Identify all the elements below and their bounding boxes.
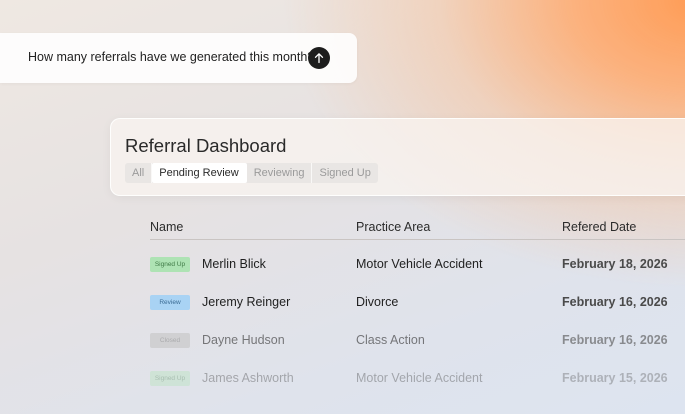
send-button[interactable]: [308, 47, 330, 69]
practice-area: Motor Vehicle Accident: [356, 371, 483, 385]
tab-all[interactable]: All: [125, 163, 153, 183]
referred-date: February 18, 2026: [562, 257, 668, 271]
chat-prompt-bar[interactable]: How many referrals have we generated thi…: [0, 33, 357, 83]
referred-date: February 15, 2026: [562, 371, 668, 385]
practice-area: Motor Vehicle Accident: [356, 257, 483, 271]
tab-pending-review[interactable]: Pending Review: [152, 163, 247, 183]
table-row[interactable]: Review Jeremy Reinger Divorce February 1…: [0, 291, 685, 315]
tab-signed-up[interactable]: Signed Up: [312, 163, 377, 183]
dashboard-panel: Referral Dashboard All Pending Review Re…: [110, 118, 685, 196]
status-badge: Closed: [150, 333, 190, 348]
column-header-name[interactable]: Name: [150, 220, 183, 234]
referred-date: February 16, 2026: [562, 333, 668, 347]
column-header-date[interactable]: Refered Date: [562, 220, 636, 234]
table-row[interactable]: Signed Up Merlin Blick Motor Vehicle Acc…: [0, 253, 685, 277]
practice-area: Class Action: [356, 333, 425, 347]
status-badge: Signed Up: [150, 371, 190, 386]
referral-name: Merlin Blick: [202, 257, 266, 271]
prompt-text[interactable]: How many referrals have we generated thi…: [28, 50, 314, 64]
table-row[interactable]: Closed Dayne Hudson Class Action Februar…: [0, 329, 685, 353]
tab-reviewing[interactable]: Reviewing: [247, 163, 313, 183]
column-header-practice-area[interactable]: Practice Area: [356, 220, 430, 234]
referral-name: Jeremy Reinger: [202, 295, 291, 309]
referral-name: James Ashworth: [202, 371, 294, 385]
practice-area: Divorce: [356, 295, 399, 309]
arrow-up-icon: [314, 53, 324, 64]
status-badge: Review: [150, 295, 190, 310]
table-header: Name Practice Area Refered Date: [150, 220, 685, 240]
status-tabs: All Pending Review Reviewing Signed Up: [125, 163, 378, 183]
referred-date: February 16, 2026: [562, 295, 668, 309]
referral-name: Dayne Hudson: [202, 333, 285, 347]
table-row[interactable]: Signed Up James Ashworth Motor Vehicle A…: [0, 367, 685, 391]
page-title: Referral Dashboard: [125, 135, 287, 156]
status-badge: Signed Up: [150, 257, 190, 272]
